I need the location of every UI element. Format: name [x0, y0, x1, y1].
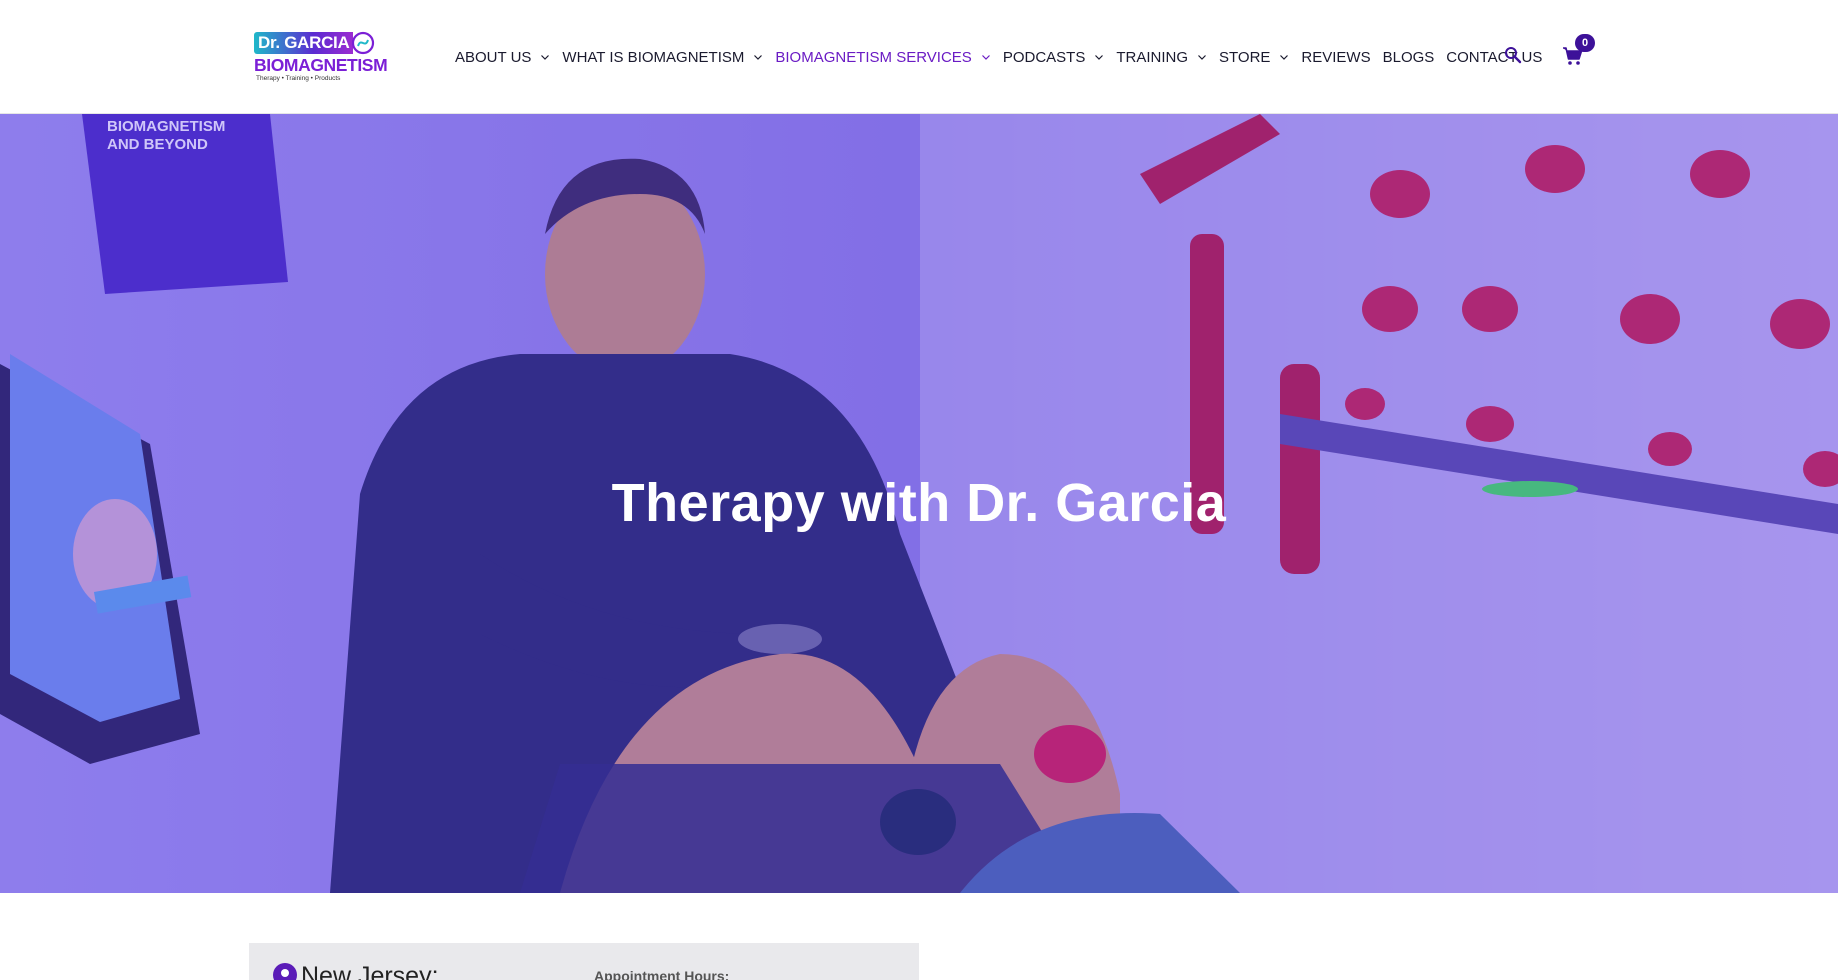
- chevron-down-icon: [1198, 55, 1206, 60]
- site-header: Dr. GARCIA BIOMAGNETISM Therapy • Traini…: [0, 0, 1838, 114]
- hero-banner: BIOMAGNETISM AND BEYOND Therapy with Dr.…: [0, 114, 1838, 893]
- location-panel: New Jersey: Appointment Hours:: [249, 943, 919, 980]
- logo-name: BIOMAGNETISM: [254, 55, 388, 75]
- nav-item-label: TRAINING: [1116, 48, 1188, 66]
- chevron-down-icon: [1280, 55, 1289, 60]
- logo-swirl-icon: [352, 31, 375, 55]
- nav-item-training[interactable]: TRAINING: [1116, 49, 1207, 66]
- site-logo[interactable]: Dr. GARCIA BIOMAGNETISM Therapy • Traini…: [254, 31, 390, 83]
- nav-item-reviews[interactable]: REVIEWS: [1301, 49, 1370, 66]
- chevron-down-icon: [541, 55, 550, 60]
- nav-item-contact-us[interactable]: CONTACT US: [1446, 49, 1542, 66]
- logo-tagline: Therapy • Training • Products: [256, 75, 341, 82]
- nav-item-label: REVIEWS: [1301, 48, 1371, 66]
- appointment-hours-label: Appointment Hours:: [594, 968, 730, 980]
- nav-item-blogs[interactable]: BLOGS: [1383, 49, 1435, 66]
- nav-item-label: PODCASTS: [1002, 48, 1086, 66]
- nav-item-label: CONTACT US: [1446, 48, 1543, 66]
- logo-dr-label: Dr. GARCIA: [254, 32, 354, 54]
- hero-title: Therapy with Dr. Garcia: [611, 473, 1227, 533]
- chevron-down-icon: [981, 55, 990, 60]
- main-nav: ABOUT US WHAT IS BIOMAGNETISM BIOMAGNETI…: [455, 0, 1554, 114]
- nav-item-label: BIOMAGNETISM SERVICES: [775, 48, 972, 66]
- nav-item-what-is-biomagnetism[interactable]: WHAT IS BIOMAGNETISM: [562, 49, 763, 66]
- nav-item-store[interactable]: STORE: [1219, 49, 1289, 66]
- search-icon[interactable]: [1504, 46, 1522, 64]
- nav-item-label: BLOGS: [1382, 48, 1435, 66]
- nav-item-label: ABOUT US: [455, 48, 532, 66]
- nav-item-label: WHAT IS BIOMAGNETISM: [562, 48, 745, 66]
- location-pin-icon: [273, 963, 297, 980]
- nav-item-biomagnetism-services[interactable]: BIOMAGNETISM SERVICES: [775, 49, 990, 66]
- nav-item-label: STORE: [1219, 48, 1271, 66]
- chevron-down-icon: [1095, 55, 1104, 60]
- cart-count-badge: 0: [1575, 34, 1595, 52]
- location-name: New Jersey:: [301, 962, 439, 980]
- nav-item-about-us[interactable]: ABOUT US: [455, 49, 550, 66]
- chevron-down-icon: [754, 55, 763, 60]
- nav-item-podcasts[interactable]: PODCASTS: [1003, 49, 1105, 66]
- logo-top: Dr. GARCIA: [254, 31, 390, 55]
